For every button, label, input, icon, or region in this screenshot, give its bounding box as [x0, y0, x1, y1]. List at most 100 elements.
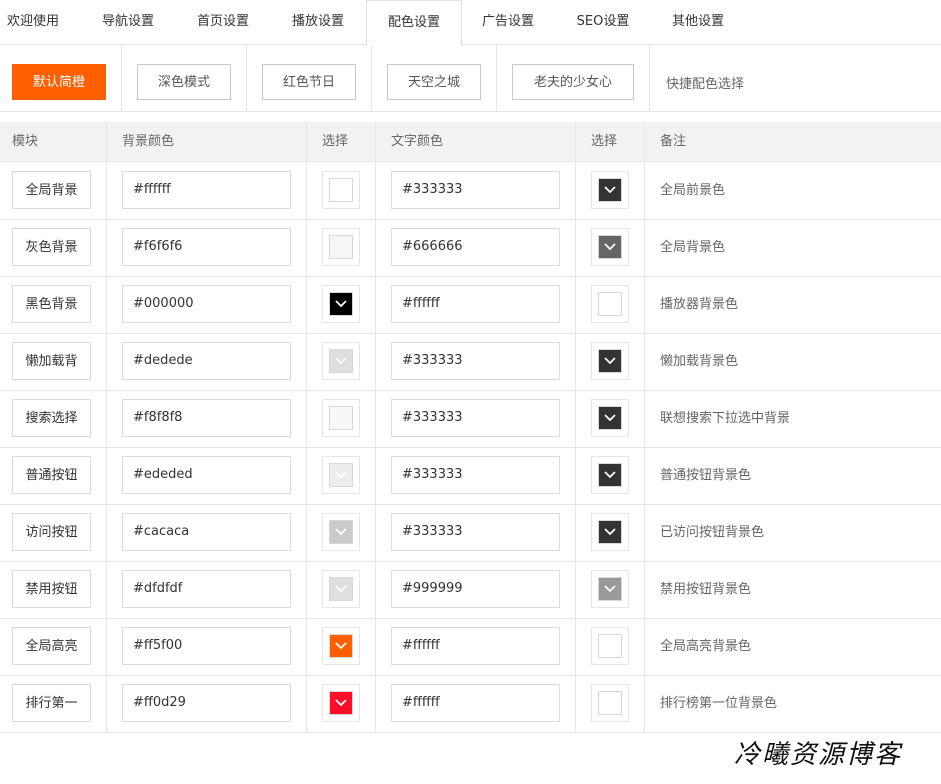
- divider: [649, 45, 650, 111]
- bg-color-picker[interactable]: [322, 456, 360, 494]
- bg-color-input[interactable]: #ff5f00: [122, 627, 291, 665]
- text-color-input[interactable]: #333333: [391, 399, 560, 437]
- text-color-picker[interactable]: [591, 171, 629, 209]
- tab-navigation[interactable]: 导航设置: [90, 0, 166, 44]
- bg-color-input[interactable]: #ffffff: [122, 171, 291, 209]
- bg-color-picker[interactable]: [322, 399, 360, 437]
- settings-tab-bar: 欢迎使用 导航设置 首页设置 播放设置 配色设置 广告设置 SEO设置 其他设置: [0, 0, 941, 46]
- chevron-down-icon: [335, 471, 347, 479]
- color-swatch: [598, 235, 622, 259]
- text-color-picker[interactable]: [591, 285, 629, 323]
- text-color-picker[interactable]: [591, 342, 629, 380]
- table-row: 灰色背景 #f6f6f6 #666666 全局背景色: [0, 219, 941, 277]
- preset-festival-red-button[interactable]: 红色节日: [262, 64, 356, 100]
- text-color-picker[interactable]: [591, 513, 629, 551]
- text-color-input[interactable]: #333333: [391, 456, 560, 494]
- bg-color-picker[interactable]: [322, 684, 360, 722]
- bg-color-input[interactable]: #ff0d29: [122, 684, 291, 722]
- module-button[interactable]: 普通按钮: [12, 456, 91, 494]
- color-swatch: [598, 691, 622, 715]
- color-swatch: [329, 349, 353, 373]
- module-button[interactable]: 排行第一: [12, 684, 91, 722]
- bg-color-picker[interactable]: [322, 342, 360, 380]
- text-color-input[interactable]: #ffffff: [391, 285, 560, 323]
- color-swatch: [598, 463, 622, 487]
- text-color-input[interactable]: #333333: [391, 342, 560, 380]
- tab-seo[interactable]: SEO设置: [563, 0, 643, 44]
- tab-welcome[interactable]: 欢迎使用: [0, 0, 66, 44]
- header-bg-color: 背景颜色: [122, 134, 175, 149]
- preset-sky-city-button[interactable]: 天空之城: [387, 64, 481, 100]
- divider: [371, 45, 372, 111]
- text-color-picker[interactable]: [591, 627, 629, 665]
- module-button[interactable]: 灰色背景: [12, 228, 91, 266]
- color-swatch: [329, 463, 353, 487]
- bg-color-picker[interactable]: [322, 285, 360, 323]
- text-color-input[interactable]: #ffffff: [391, 684, 560, 722]
- text-color-picker[interactable]: [591, 684, 629, 722]
- bg-color-picker[interactable]: [322, 627, 360, 665]
- table-row: 全局背景 #ffffff #333333 全局前景色: [0, 162, 941, 220]
- color-swatch: [598, 406, 622, 430]
- module-button[interactable]: 搜索选择: [12, 399, 91, 437]
- color-swatch: [329, 520, 353, 544]
- text-color-input[interactable]: #333333: [391, 171, 560, 209]
- text-color-input[interactable]: #ffffff: [391, 627, 560, 665]
- tab-homepage[interactable]: 首页设置: [185, 0, 261, 44]
- bg-color-picker[interactable]: [322, 171, 360, 209]
- tab-playback[interactable]: 播放设置: [280, 0, 356, 44]
- bg-color-input[interactable]: #f6f6f6: [122, 228, 291, 266]
- header-text-color: 文字颜色: [391, 134, 444, 149]
- bg-color-picker[interactable]: [322, 570, 360, 608]
- quick-preset-label: 快捷配色选择: [666, 77, 745, 92]
- color-swatch: [329, 178, 353, 202]
- column-divider: [375, 122, 376, 732]
- row-note: 联想搜索下拉选中背景: [660, 411, 791, 426]
- row-note: 播放器背景色: [660, 297, 739, 312]
- preset-dark-mode-button[interactable]: 深色模式: [137, 64, 231, 100]
- table-row: 普通按钮 #ededed #333333 普通按钮背景色: [0, 447, 941, 505]
- divider: [121, 45, 122, 111]
- color-swatch: [598, 634, 622, 658]
- text-color-picker[interactable]: [591, 456, 629, 494]
- header-note: 备注: [660, 134, 687, 149]
- preset-default-orange-button[interactable]: 默认简橙: [12, 64, 106, 100]
- row-note: 全局前景色: [660, 183, 726, 198]
- text-color-input[interactable]: #666666: [391, 228, 560, 266]
- preset-girl-heart-button[interactable]: 老夫的少女心: [512, 64, 634, 100]
- text-color-picker[interactable]: [591, 228, 629, 266]
- chevron-down-icon: [335, 528, 347, 536]
- bg-color-input[interactable]: #000000: [122, 285, 291, 323]
- text-color-input[interactable]: #333333: [391, 513, 560, 551]
- bg-color-input[interactable]: #dfdfdf: [122, 570, 291, 608]
- chevron-down-icon: [604, 585, 616, 593]
- divider: [246, 45, 247, 111]
- bg-color-input[interactable]: #cacaca: [122, 513, 291, 551]
- header-module: 模块: [12, 134, 39, 149]
- column-divider: [106, 122, 107, 732]
- chevron-down-icon: [335, 699, 347, 707]
- bg-color-input[interactable]: #f8f8f8: [122, 399, 291, 437]
- text-color-picker[interactable]: [591, 570, 629, 608]
- module-button[interactable]: 全局高亮: [12, 627, 91, 665]
- chevron-down-icon: [335, 585, 347, 593]
- table-row: 排行第一 #ff0d29 #ffffff 排行榜第一位背景色: [0, 675, 941, 733]
- bg-color-input[interactable]: #dedede: [122, 342, 291, 380]
- tab-ads[interactable]: 广告设置: [470, 0, 546, 44]
- table-row: 禁用按钮 #dfdfdf #999999 禁用按钮背景色: [0, 561, 941, 619]
- tab-color-scheme[interactable]: 配色设置: [366, 0, 462, 46]
- text-color-picker[interactable]: [591, 399, 629, 437]
- tab-other[interactable]: 其他设置: [660, 0, 736, 44]
- module-button[interactable]: 黑色背景: [12, 285, 91, 323]
- module-button[interactable]: 访问按钮: [12, 513, 91, 551]
- module-button[interactable]: 全局背景: [12, 171, 91, 209]
- chevron-down-icon: [604, 414, 616, 422]
- bg-color-picker[interactable]: [322, 228, 360, 266]
- chevron-down-icon: [335, 642, 347, 650]
- column-divider: [644, 122, 645, 732]
- module-button[interactable]: 懒加载背: [12, 342, 91, 380]
- module-button[interactable]: 禁用按钮: [12, 570, 91, 608]
- bg-color-picker[interactable]: [322, 513, 360, 551]
- text-color-input[interactable]: #999999: [391, 570, 560, 608]
- bg-color-input[interactable]: #ededed: [122, 456, 291, 494]
